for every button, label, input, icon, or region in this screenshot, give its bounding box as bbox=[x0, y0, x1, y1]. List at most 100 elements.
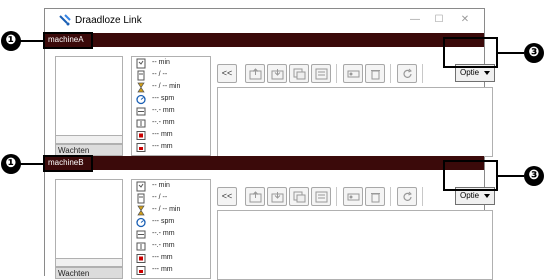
count-icon bbox=[137, 193, 145, 204]
width-icon bbox=[136, 107, 146, 116]
window-title: Draadloze Link bbox=[75, 15, 142, 26]
stat-speed: --- spm bbox=[134, 217, 210, 229]
stat-size-y: --- mm bbox=[134, 142, 210, 154]
callout-box-option-b bbox=[443, 160, 498, 191]
height-icon bbox=[136, 242, 146, 251]
app-icon bbox=[59, 14, 71, 26]
toolbar-separator bbox=[336, 187, 337, 206]
send-icon bbox=[293, 68, 306, 80]
status-field: Wachten bbox=[55, 267, 123, 279]
receive-icon bbox=[315, 191, 328, 203]
stat-value: --- mm bbox=[152, 131, 173, 138]
download-icon bbox=[271, 69, 284, 80]
toolbar-separator bbox=[390, 64, 391, 83]
progress-bar bbox=[55, 135, 123, 144]
stat-value: --- spm bbox=[152, 218, 175, 225]
message-area bbox=[217, 210, 493, 280]
size-x-icon bbox=[136, 254, 146, 263]
toolbar-separator bbox=[336, 64, 337, 83]
hourglass-icon bbox=[137, 82, 145, 93]
download-button[interactable] bbox=[267, 64, 287, 83]
stat-value: --- mm bbox=[152, 266, 173, 273]
stat-time: -- min bbox=[134, 58, 210, 70]
callout-line bbox=[497, 175, 524, 177]
stats-list: -- min -- / -- -- / -- min --- spm --.- … bbox=[131, 56, 211, 156]
upload-icon bbox=[249, 191, 262, 203]
machine-send-button[interactable] bbox=[343, 64, 363, 83]
send-button[interactable] bbox=[289, 187, 309, 206]
callout-box-machine-name-a bbox=[43, 32, 93, 49]
stat-value: --.- mm bbox=[152, 230, 175, 237]
collapse-button[interactable]: << bbox=[217, 64, 237, 83]
status-text: Wachten bbox=[58, 146, 90, 155]
stat-speed: --- spm bbox=[134, 94, 210, 106]
stat-value: -- min bbox=[152, 59, 170, 66]
send-icon bbox=[293, 191, 306, 203]
refresh-icon bbox=[403, 191, 412, 201]
size-y-icon bbox=[136, 143, 146, 152]
title-bar: Draadloze Link — ☐ ✕ bbox=[45, 9, 484, 33]
time-icon bbox=[136, 58, 146, 69]
delete-icon bbox=[371, 70, 380, 80]
callout-box-machine-name-b bbox=[43, 155, 93, 172]
speed-icon bbox=[136, 217, 146, 228]
stat-width: --.- mm bbox=[134, 106, 210, 118]
delete-icon bbox=[371, 193, 380, 203]
stat-value: -- / -- bbox=[152, 194, 168, 201]
stat-value: --.- mm bbox=[152, 119, 175, 126]
machine-name-bar: machineA bbox=[45, 33, 484, 47]
upload-button[interactable] bbox=[245, 64, 265, 83]
status-text: Wachten bbox=[58, 269, 90, 278]
stat-remaining-time: -- / -- min bbox=[134, 205, 210, 217]
chevron-down-icon bbox=[484, 71, 490, 75]
stat-time: -- min bbox=[134, 181, 210, 193]
stat-size-y: --- mm bbox=[134, 265, 210, 277]
callout-marker-1: ❶ bbox=[1, 31, 21, 51]
time-icon bbox=[136, 181, 146, 192]
close-button[interactable]: ✕ bbox=[457, 13, 473, 27]
stat-count: -- / -- bbox=[134, 193, 210, 205]
stat-value: -- / -- min bbox=[152, 83, 181, 90]
receive-button[interactable] bbox=[311, 64, 331, 83]
wireless-link-window: Draadloze Link — ☐ ✕ machineA Wachten --… bbox=[44, 8, 495, 280]
machine-send-icon bbox=[347, 70, 360, 78]
receive-icon bbox=[315, 68, 328, 80]
stat-value: --.- mm bbox=[152, 107, 175, 114]
toolbar-separator bbox=[422, 187, 423, 206]
stat-remaining-time: -- / -- min bbox=[134, 82, 210, 94]
refresh-button[interactable] bbox=[397, 64, 417, 83]
callout-line bbox=[20, 163, 44, 165]
refresh-icon bbox=[403, 68, 412, 78]
stat-value: -- / -- bbox=[152, 71, 168, 78]
stat-size-x: --- mm bbox=[134, 253, 210, 265]
maximize-button[interactable]: ☐ bbox=[431, 13, 447, 27]
stat-value: --- mm bbox=[152, 254, 173, 261]
hourglass-icon bbox=[137, 205, 145, 216]
callout-box-option-a bbox=[443, 37, 498, 68]
stat-value: --- spm bbox=[152, 95, 175, 102]
chevron-down-icon bbox=[484, 194, 490, 198]
callout-line bbox=[497, 52, 524, 54]
count-icon bbox=[137, 70, 145, 81]
toolbar-separator bbox=[422, 64, 423, 83]
delete-button[interactable] bbox=[365, 64, 385, 83]
send-button[interactable] bbox=[289, 64, 309, 83]
stat-value: -- / -- min bbox=[152, 206, 181, 213]
machine-panel-b: machineB Wachten -- min -- / -- -- / -- … bbox=[45, 156, 495, 280]
collapse-button[interactable]: << bbox=[217, 187, 237, 206]
minimize-button[interactable]: — bbox=[407, 13, 423, 27]
machine-send-button[interactable] bbox=[343, 187, 363, 206]
size-x-icon bbox=[136, 131, 146, 140]
delete-button[interactable] bbox=[365, 187, 385, 206]
refresh-button[interactable] bbox=[397, 187, 417, 206]
stat-width: --.- mm bbox=[134, 229, 210, 241]
stat-count: -- / -- bbox=[134, 70, 210, 82]
stat-value: -- min bbox=[152, 182, 170, 189]
download-icon bbox=[271, 192, 284, 203]
size-y-icon bbox=[136, 266, 146, 275]
upload-icon bbox=[249, 68, 262, 80]
message-area bbox=[217, 87, 493, 157]
download-button[interactable] bbox=[267, 187, 287, 206]
upload-button[interactable] bbox=[245, 187, 265, 206]
receive-button[interactable] bbox=[311, 187, 331, 206]
